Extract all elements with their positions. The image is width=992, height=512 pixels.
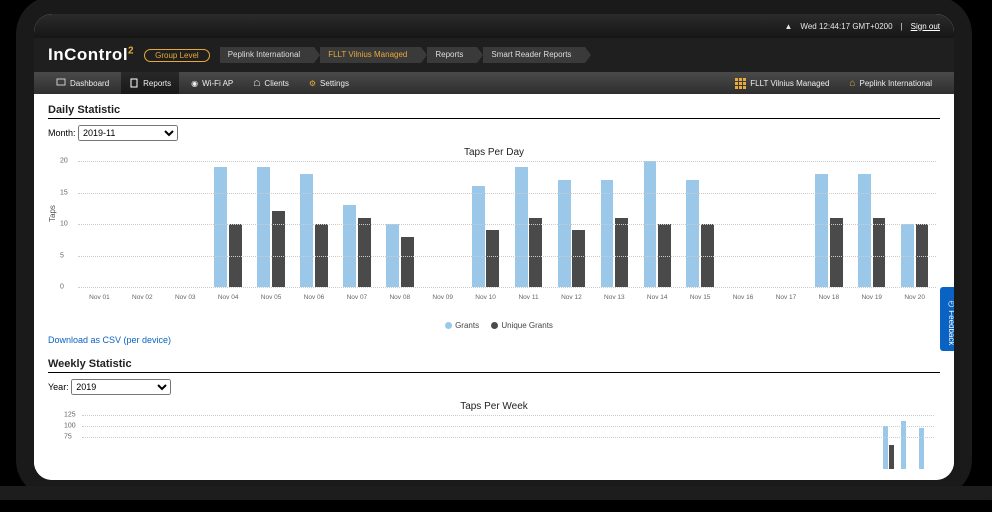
org-icon: ⌂	[849, 78, 855, 89]
bar-grants[interactable]	[515, 167, 528, 287]
daily-chart: Taps Per Day Taps Nov 01Nov 02Nov 03Nov …	[48, 147, 940, 317]
monitor-icon	[56, 78, 66, 88]
bar-unique[interactable]	[572, 230, 585, 287]
nav-reports[interactable]: Reports	[121, 72, 179, 94]
navbar: Dashboard Reports ◉Wi-Fi AP ☖Clients ⚙Se…	[34, 72, 954, 94]
bar-unique[interactable]	[272, 211, 285, 287]
month-select[interactable]: 2019-11	[78, 125, 178, 141]
signout-link[interactable]: Sign out	[911, 22, 940, 31]
nav-wifi[interactable]: ◉Wi-Fi AP	[183, 72, 241, 94]
legend-dot-grants	[445, 322, 452, 329]
bar-grants[interactable]	[815, 174, 828, 287]
laptop-frame: ▲ Wed 12:44:17 GMT+0200 | Sign out InCon…	[24, 4, 964, 490]
bar-grants[interactable]	[257, 167, 270, 287]
bar-unique[interactable]	[873, 218, 886, 287]
year-select[interactable]: 2019	[71, 379, 171, 395]
bar-grants[interactable]	[558, 180, 571, 287]
topbar: ▲ Wed 12:44:17 GMT+0200 | Sign out	[34, 14, 954, 38]
content: ◷ Feedback Daily Statistic Month: 2019-1…	[34, 94, 954, 480]
breadcrumb: Peplink International FLLT Vilnius Manag…	[220, 47, 592, 63]
brandbar: InControl2 Group Level Peplink Internati…	[34, 38, 954, 72]
nav-settings[interactable]: ⚙Settings	[301, 72, 357, 94]
person-icon: ☖	[253, 79, 260, 88]
bar-unique[interactable]	[529, 218, 542, 287]
crumb-smart[interactable]: Smart Reader Reports	[483, 47, 585, 63]
bar-grants[interactable]	[686, 180, 699, 287]
bell-icon[interactable]: ▲	[785, 22, 793, 31]
bar-grants[interactable]	[300, 174, 313, 287]
year-picker: Year: 2019	[48, 379, 940, 395]
grid-icon	[735, 78, 746, 89]
brand-logo: InControl2	[48, 45, 134, 65]
bar-grants[interactable]	[214, 167, 227, 287]
report-icon	[129, 78, 139, 88]
weekly-chart-title: Taps Per Week	[48, 401, 940, 412]
bar-grants[interactable]	[472, 186, 485, 287]
gear-icon: ⚙	[309, 79, 316, 88]
legend-dot-unique	[491, 322, 498, 329]
bar-unique[interactable]	[615, 218, 628, 287]
bar-unique[interactable]	[401, 237, 414, 287]
nav-right-group[interactable]: FLLT Vilnius Managed	[727, 72, 837, 94]
screen: ▲ Wed 12:44:17 GMT+0200 | Sign out InCon…	[34, 14, 954, 480]
bar-unique[interactable]	[358, 218, 371, 287]
daily-ylabel: Taps	[48, 205, 57, 222]
month-picker: Month: 2019-11	[48, 125, 940, 141]
bar-unique[interactable]	[486, 230, 499, 287]
bar-grants[interactable]	[343, 205, 356, 287]
crumb-group[interactable]: FLLT Vilnius Managed	[320, 47, 421, 63]
crumb-peplink[interactable]: Peplink International	[220, 47, 315, 63]
daily-legend: Grants Unique Grants	[48, 321, 940, 330]
group-level-pill[interactable]: Group Level	[144, 49, 210, 62]
daily-title: Daily Statistic	[48, 104, 940, 119]
clock-text: Wed 12:44:17 GMT+0200	[800, 22, 892, 31]
crumb-reports[interactable]: Reports	[427, 47, 477, 63]
bar-unique[interactable]	[830, 218, 843, 287]
nav-right-org[interactable]: ⌂Peplink International	[841, 72, 940, 94]
nav-clients[interactable]: ☖Clients	[245, 72, 297, 94]
weekly-chart: Taps Per Week 75100125	[48, 401, 940, 471]
wifi-icon: ◉	[191, 79, 198, 88]
bar-grants[interactable]	[601, 180, 614, 287]
bar-grants[interactable]	[858, 174, 871, 287]
weekly-title: Weekly Statistic	[48, 358, 940, 373]
nav-dashboard[interactable]: Dashboard	[48, 72, 117, 94]
download-csv-link[interactable]: Download as CSV (per device)	[48, 335, 171, 345]
daily-chart-title: Taps Per Day	[48, 147, 940, 158]
feedback-tab[interactable]: ◷ Feedback	[940, 287, 954, 351]
